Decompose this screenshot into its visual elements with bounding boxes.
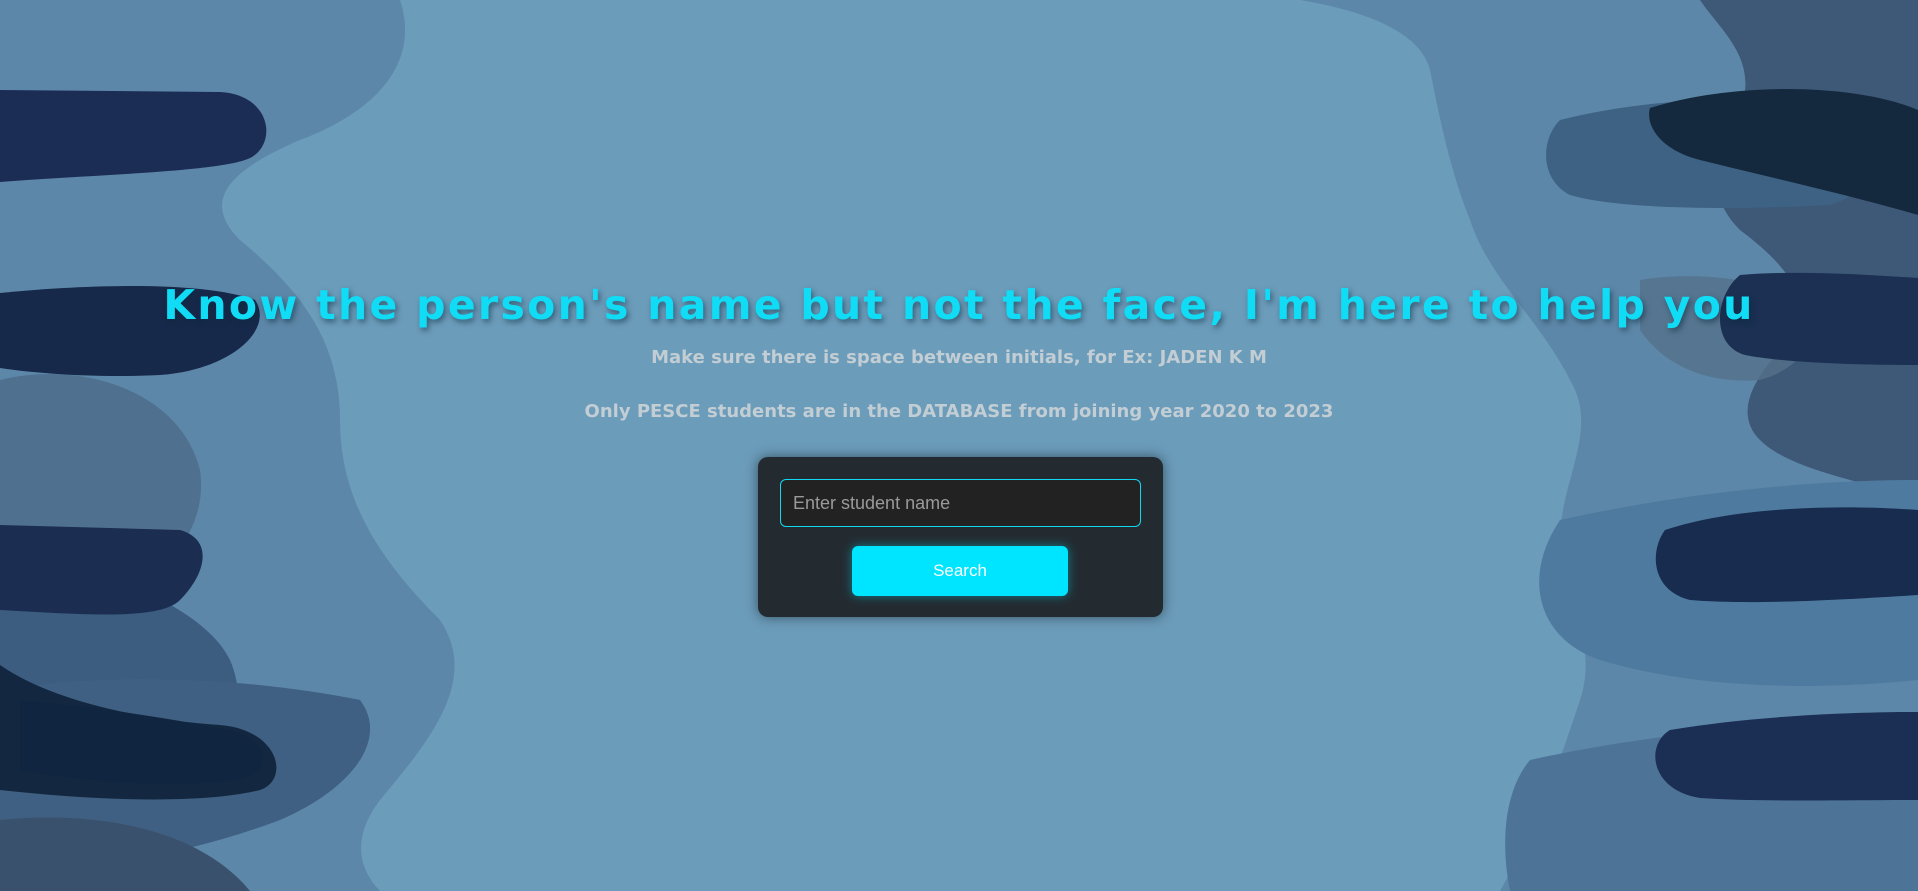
- student-name-input[interactable]: [780, 479, 1141, 527]
- page-title: Know the person's name but not the face,…: [163, 281, 1755, 329]
- database-hint: Only PESCE students are in the DATABASE …: [584, 401, 1334, 422]
- camouflage-background: [0, 0, 1918, 891]
- search-button[interactable]: Search: [852, 546, 1068, 596]
- page: Know the person's name but not the face,…: [0, 0, 1918, 891]
- search-card: Search: [758, 457, 1163, 617]
- hero-section: Know the person's name but not the face,…: [0, 270, 1918, 424]
- initials-hint: Make sure there is space between initial…: [651, 347, 1267, 368]
